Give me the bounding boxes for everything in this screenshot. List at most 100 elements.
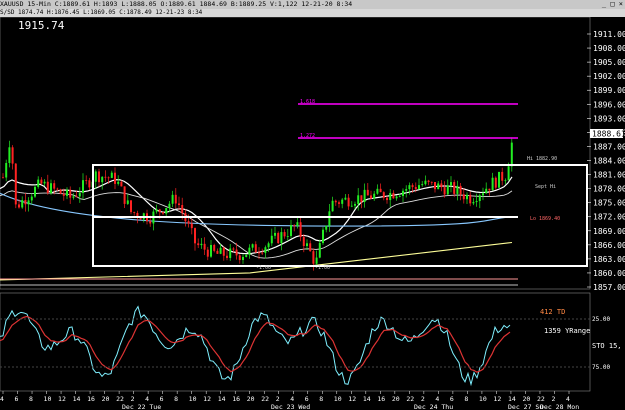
candle-body: [450, 182, 452, 186]
candle-body: [168, 203, 171, 209]
candle-body: [466, 194, 468, 200]
price-tick-label: 1857.00: [593, 283, 625, 292]
candle-body: [482, 193, 484, 196]
candle-body: [94, 171, 97, 182]
time-tick-label: 22: [537, 395, 545, 403]
candle-body: [456, 185, 459, 194]
sto-value-label: STO 15,: [592, 342, 622, 350]
candle-body: [30, 196, 33, 201]
candle-body: [46, 181, 49, 194]
candle-body: [158, 209, 161, 213]
time-tick-label: 2: [131, 395, 135, 403]
window-controls[interactable]: _ □ ×: [602, 0, 623, 9]
candle-body: [306, 243, 308, 246]
time-tick-label: 16: [377, 395, 385, 403]
candle-body: [242, 256, 244, 261]
time-tick-label: 16: [87, 395, 95, 403]
candle-body: [347, 197, 350, 207]
price-panel[interactable]: [0, 17, 591, 290]
candle-body: [299, 222, 302, 238]
candle-body: [462, 194, 465, 200]
candle-body: [437, 183, 440, 190]
candle-body: [37, 179, 40, 187]
price-tick-label: 1887.00: [593, 142, 625, 151]
candle-body: [222, 247, 225, 256]
price-tick-label: 1899.00: [593, 86, 625, 95]
candle-body: [226, 255, 228, 258]
window-title-bar: XAUUSD 15-Min C:1889.61 H:1893 L:1888.05…: [0, 0, 625, 9]
candle-body: [434, 181, 436, 190]
candle-body: [235, 249, 238, 256]
candle-body: [200, 243, 203, 246]
sto-tick-25: 25.00: [592, 316, 610, 323]
time-tick-label: 22: [116, 395, 124, 403]
candle-body: [322, 229, 324, 244]
candle-body: [248, 247, 251, 255]
candle-body: [194, 228, 196, 244]
price-axis: 1911.00 1908.00 1905.00 1902.00 1899.00 1896.…: [587, 30, 625, 292]
time-tick-label: 10: [334, 395, 342, 403]
candle-body: [430, 181, 433, 183]
candle-body: [126, 200, 129, 204]
candle-body: [443, 187, 446, 195]
candle-body: [366, 189, 369, 196]
date-label: Dec 27 Su: [508, 403, 543, 410]
time-tick-label: 20: [392, 395, 400, 403]
candle-body: [453, 182, 456, 194]
candle-body: [210, 244, 212, 257]
candle-body: [491, 177, 494, 191]
chart-canvas[interactable]: 1911.00 1908.00 1905.00 1902.00 1899.00 1896.…: [0, 17, 625, 410]
candle-body: [274, 232, 276, 236]
time-tick-label: 12: [58, 395, 66, 403]
candle-body: [334, 200, 337, 203]
candle-body: [485, 188, 488, 194]
candle-body: [382, 192, 385, 198]
lo-annotation: Lo 1869.40: [530, 216, 560, 222]
candle-body: [40, 179, 43, 184]
candle-body: [162, 212, 164, 214]
candle-body: [488, 188, 491, 191]
candle-body: [478, 195, 481, 202]
time-axis: 4 6 8 10 12 14 16 20 22 2 4 6 8 10 12 14 16 20 22 2 4 6 8 10 12 1…: [0, 391, 579, 410]
candle-body: [50, 183, 52, 194]
candle-body: [123, 186, 126, 204]
candle-body: [341, 199, 344, 204]
price-tick-label: 1902.00: [593, 72, 625, 81]
hi-annotation: Hi 1882.90: [527, 156, 557, 162]
candle-body: [344, 197, 347, 200]
candle-body: [155, 209, 158, 212]
time-tick-label: 22: [261, 395, 269, 403]
candle-body: [165, 208, 168, 214]
time-tick-label: 12: [348, 395, 356, 403]
candle-body: [117, 181, 120, 184]
candle-body: [293, 225, 296, 227]
candle-body: [318, 243, 321, 258]
candle-body: [181, 205, 184, 214]
candle-body: [501, 171, 504, 181]
price-tick-label: 1878.00: [593, 185, 625, 194]
candle-body: [510, 142, 513, 167]
time-tick-label: 4: [145, 395, 149, 403]
candle-body: [258, 252, 260, 254]
candle-body: [187, 221, 190, 224]
candle-body: [197, 243, 200, 246]
price-tick-label: 1881.00: [593, 171, 625, 180]
candle-body: [59, 189, 62, 194]
time-tick-label: 6: [160, 395, 164, 403]
time-tick-label: 12: [493, 395, 501, 403]
candle-body: [120, 181, 123, 187]
time-tick-label: 8: [29, 395, 33, 403]
time-tick-label: 2: [421, 395, 425, 403]
time-tick-label: 14: [363, 395, 371, 403]
price-tick-label: 1875.00: [593, 199, 625, 208]
fib-label-1618: 1.618: [300, 99, 315, 105]
candle-body: [379, 188, 382, 193]
candle-body: [85, 180, 88, 181]
candle-body: [8, 147, 11, 163]
candle-body: [338, 202, 340, 204]
price-tick-label: 1863.00: [593, 255, 625, 264]
candle-body: [174, 194, 177, 204]
level-annotation-left: -1.00: [256, 265, 271, 271]
candle-body: [357, 195, 360, 204]
candle-body: [290, 225, 292, 237]
